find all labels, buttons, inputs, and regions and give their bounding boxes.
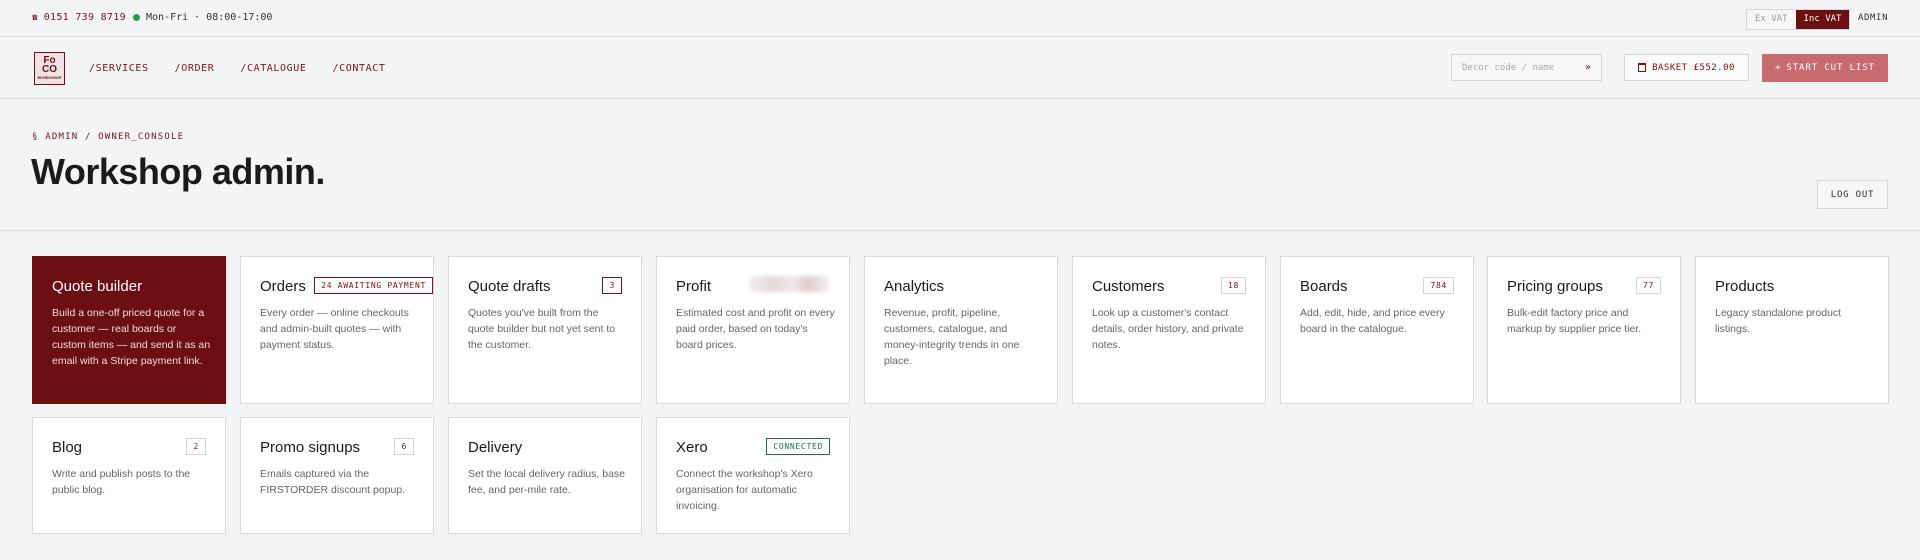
card-description: Bulk-edit factory price and markup by su…	[1507, 307, 1642, 335]
card-title: Pricing groups	[1507, 278, 1603, 295]
main-nav: Fo CO WORKSHOP /SERVICES /ORDER /CATALOG…	[0, 37, 1920, 99]
card-title: Boards	[1300, 278, 1348, 295]
card-description: Quotes you've built from the quote build…	[468, 307, 616, 351]
hours-text: Mon-Fri · 08:00-17:00	[146, 12, 273, 23]
plus-icon: +	[1775, 63, 1782, 73]
card-title: Orders	[260, 278, 306, 295]
awaiting-payment-badge: 24 AWAITING PAYMENT	[314, 277, 433, 294]
card-description: Legacy standalone product listings.	[1715, 307, 1842, 335]
search-placeholder: Decor code / name	[1462, 63, 1555, 73]
card-description: Connect the workshop's Xero organisation…	[676, 468, 813, 512]
vat-inc-option[interactable]: Inc VAT	[1795, 10, 1850, 29]
count-badge: 6	[394, 438, 414, 455]
card-description: Build a one-off priced quote for a custo…	[52, 307, 211, 367]
card-title: Quote drafts	[468, 278, 551, 295]
card-xero[interactable]: Xero CONNECTED Connect the workshop's Xe…	[656, 417, 850, 534]
page-title: Workshop admin.	[31, 151, 325, 192]
card-description: Revenue, profit, pipeline, customers, ca…	[884, 307, 1020, 367]
nav-link-contact[interactable]: /CONTACT	[333, 63, 386, 74]
logo-text-middle: CO	[42, 64, 57, 75]
card-title: Delivery	[468, 439, 523, 456]
vat-toggle[interactable]: Ex VAT Inc VAT	[1746, 9, 1851, 30]
start-cut-list-label: START CUT LIST	[1786, 63, 1875, 73]
nav-link-catalogue[interactable]: /CATALOGUE	[240, 63, 306, 74]
search-submit-icon[interactable]: »	[1585, 62, 1591, 73]
card-description: Emails captured via the FIRSTORDER disco…	[260, 468, 406, 496]
card-promo-signups[interactable]: Promo signups 6 Emails captured via the …	[240, 417, 434, 534]
opening-hours: Mon-Fri · 08:00-17:00	[133, 12, 272, 23]
card-pricing-groups[interactable]: Pricing groups 77 Bulk-edit factory pric…	[1487, 256, 1681, 404]
connected-status-badge: CONNECTED	[766, 438, 830, 455]
count-badge: 77	[1635, 277, 1661, 294]
count-badge: 784	[1423, 277, 1454, 294]
basket-label: BASKET £552.00	[1652, 62, 1735, 73]
redacted-profit-value	[749, 276, 829, 292]
vat-ex-option[interactable]: Ex VAT	[1747, 10, 1796, 29]
card-title: Quote builder	[52, 278, 143, 295]
basket-icon	[1638, 63, 1647, 72]
card-products[interactable]: Products Legacy standalone product listi…	[1695, 256, 1889, 404]
basket-button[interactable]: BASKET £552.00	[1624, 54, 1749, 81]
admin-link[interactable]: ADMIN	[1858, 13, 1888, 23]
card-analytics[interactable]: Analytics Revenue, profit, pipeline, cus…	[864, 256, 1058, 404]
decor-search-input[interactable]: Decor code / name »	[1451, 54, 1602, 81]
card-title: Customers	[1092, 278, 1165, 295]
card-title: Products	[1715, 278, 1775, 295]
card-title: Xero	[676, 439, 708, 456]
card-quote-builder[interactable]: Quote builder Build a one-off priced quo…	[32, 256, 226, 404]
card-profit[interactable]: Profit Estimated cost and profit on ever…	[656, 256, 850, 404]
nav-links: /SERVICES /ORDER /CATALOGUE /CONTACT	[89, 63, 386, 74]
card-title: Promo signups	[260, 439, 361, 456]
card-description: Estimated cost and profit on every paid …	[676, 307, 835, 351]
utility-bar: ☎ 0151 739 8719 Mon-Fri · 08:00-17:00 Ex…	[0, 0, 1920, 37]
logout-button[interactable]: LOG OUT	[1817, 180, 1888, 209]
card-delivery[interactable]: Delivery Set the local delivery radius, …	[448, 417, 642, 534]
card-description: Look up a customer's contact details, or…	[1092, 307, 1244, 351]
logo-text-bottom: WORKSHOP	[37, 75, 62, 80]
page-header: § ADMIN / OWNER_CONSOLE Workshop admin. …	[0, 99, 1920, 231]
card-blog[interactable]: Blog 2 Write and publish posts to the pu…	[32, 417, 226, 534]
card-description: Set the local delivery radius, base fee,…	[468, 468, 626, 496]
card-description: Write and publish posts to the public bl…	[52, 468, 191, 496]
phone-contact[interactable]: ☎ 0151 739 8719	[32, 12, 126, 23]
phone-number: 0151 739 8719	[43, 12, 126, 23]
start-cut-list-button[interactable]: + START CUT LIST	[1762, 54, 1888, 82]
site-logo[interactable]: Fo CO WORKSHOP	[34, 52, 65, 85]
card-title: Profit	[676, 278, 712, 295]
card-description: Add, edit, hide, and price every board i…	[1300, 307, 1445, 335]
count-badge: 18	[1220, 277, 1246, 294]
count-badge: 3	[602, 277, 622, 294]
card-boards[interactable]: Boards 784 Add, edit, hide, and price ev…	[1280, 256, 1474, 404]
breadcrumb: § ADMIN / OWNER_CONSOLE	[32, 132, 185, 142]
card-customers[interactable]: Customers 18 Look up a customer's contac…	[1072, 256, 1266, 404]
count-badge: 2	[186, 438, 206, 455]
phone-icon: ☎	[32, 12, 38, 23]
card-orders[interactable]: Orders 24 AWAITING PAYMENT Every order —…	[240, 256, 434, 404]
nav-link-order[interactable]: /ORDER	[175, 63, 215, 74]
card-description: Every order — online checkouts and admin…	[260, 307, 409, 351]
card-quote-drafts[interactable]: Quote drafts 3 Quotes you've built from …	[448, 256, 642, 404]
nav-link-services[interactable]: /SERVICES	[89, 63, 149, 74]
card-title: Analytics	[884, 278, 945, 295]
card-title: Blog	[52, 439, 83, 456]
open-status-dot	[133, 14, 140, 21]
